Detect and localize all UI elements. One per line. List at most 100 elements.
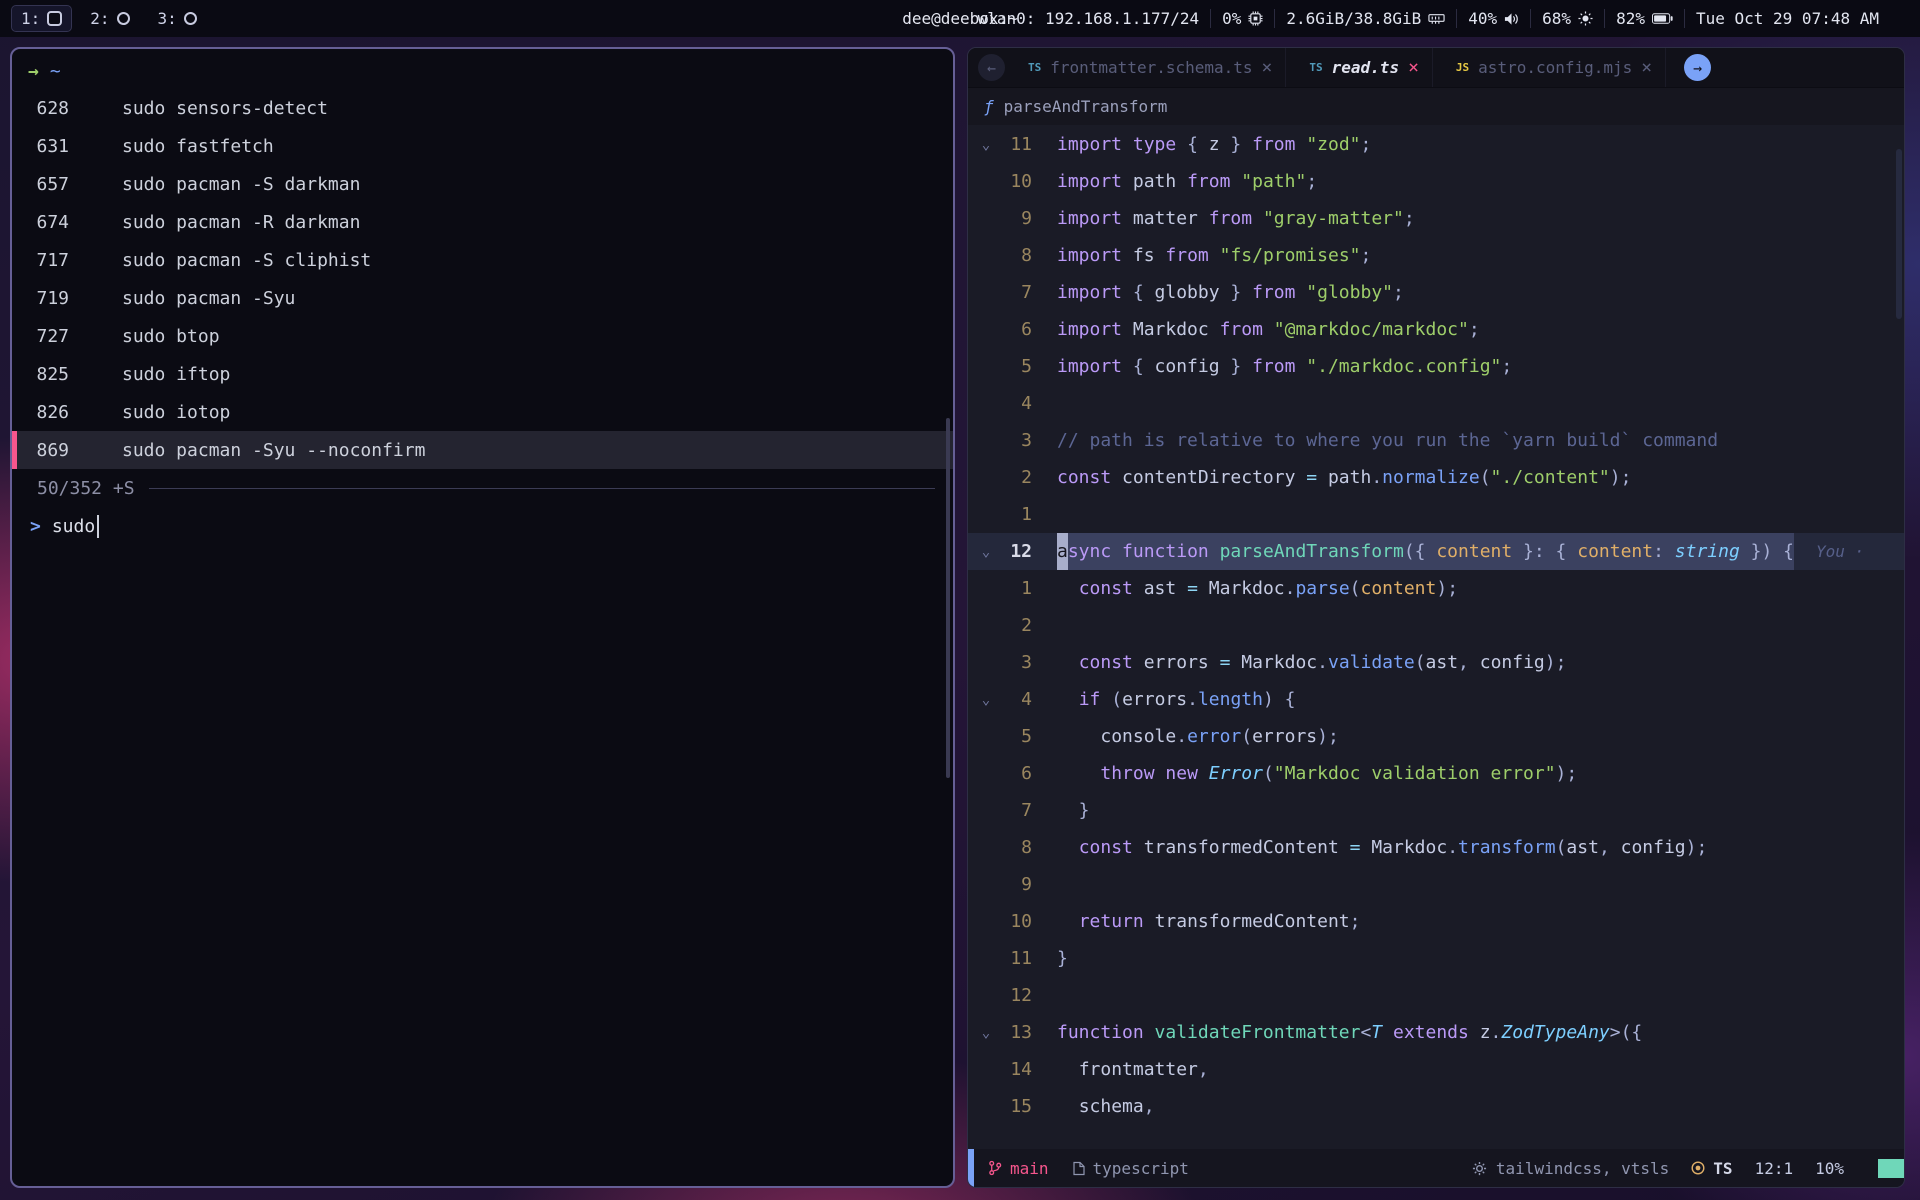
git-branch-icon	[988, 1160, 1002, 1176]
terminal-window[interactable]: → ~ 628sudo sensors-detect631sudo fastfe…	[10, 47, 955, 1188]
code-editor-area[interactable]: ⌄11import type { z } from "zod"; 10 import…	[968, 125, 1904, 1149]
line-number: 11	[996, 134, 1032, 155]
circle-app-icon	[117, 12, 130, 25]
tab-read-ts[interactable]: TS read.ts ×	[1296, 48, 1433, 87]
volume-text: 40%	[1468, 9, 1497, 28]
code-line[interactable]: 7 }	[968, 792, 1904, 829]
code-line[interactable]: 1	[968, 496, 1904, 533]
breadcrumb-function-name[interactable]: parseAndTransform	[1004, 97, 1168, 116]
line-number: 5	[996, 356, 1032, 377]
git-branch-indicator[interactable]: main	[988, 1159, 1049, 1178]
history-item[interactable]: 825sudo iftop	[12, 355, 953, 393]
close-icon[interactable]: ×	[1408, 57, 1419, 78]
fzf-query-input[interactable]: sudo	[52, 516, 95, 537]
fold-chevron-icon[interactable]: ⌄	[976, 137, 996, 153]
history-item[interactable]: 719sudo pacman -Syu	[12, 279, 953, 317]
fzf-match-counter-row: 50/352 +S	[12, 469, 953, 507]
history-item[interactable]: 826sudo iotop	[12, 393, 953, 431]
code-line[interactable]: ⌄11import type { z } from "zod";	[968, 126, 1904, 163]
statusbar-end-accent	[1878, 1159, 1904, 1178]
code-line[interactable]: 9import matter from "gray-matter";	[968, 200, 1904, 237]
history-item[interactable]: 674sudo pacman -R darkman	[12, 203, 953, 241]
cpu-module[interactable]: 0%	[1210, 9, 1274, 28]
editor-scrollbar[interactable]	[1896, 149, 1902, 319]
close-icon[interactable]: ×	[1262, 57, 1273, 78]
code-line[interactable]: 12	[968, 977, 1904, 1014]
line-number: 5	[996, 726, 1032, 747]
code-line[interactable]: 8import fs from "fs/promises";	[968, 237, 1904, 274]
text-cursor	[97, 515, 99, 538]
language-badge-text: TS	[1713, 1159, 1732, 1178]
fold-chevron-icon[interactable]: ⌄	[976, 1025, 996, 1041]
workspace-3-button[interactable]: 3:	[149, 6, 206, 31]
code-line[interactable]: 7import { globby } from "globby";	[968, 274, 1904, 311]
code-line[interactable]: ⌄4 if (errors.length) {	[968, 681, 1904, 718]
code-line[interactable]: 5import { config } from "./markdoc.confi…	[968, 348, 1904, 385]
memory-module[interactable]: 2.6GiB/38.8GiB	[1274, 9, 1456, 28]
history-line-number: 631	[25, 136, 69, 157]
statusbar-right-group: tailwindcss, vtsls TS 12:1 10%	[1472, 1159, 1904, 1178]
tab-frontmatter-schema-ts[interactable]: TS frontmatter.schema.ts ×	[1015, 48, 1286, 87]
code-line[interactable]: 10 return transformedContent;	[968, 903, 1904, 940]
line-number: 1	[996, 504, 1032, 525]
code-text: const errors = Markdoc.validate(ast, con…	[1057, 644, 1566, 681]
code-text: import path from "path";	[1057, 163, 1317, 200]
arrow-left-icon: ←	[987, 59, 996, 77]
code-line[interactable]: 15 schema,	[968, 1088, 1904, 1125]
code-line[interactable]: 3// path is relative to where you run th…	[968, 422, 1904, 459]
code-line[interactable]: 8 const transformedContent = Markdoc.tra…	[968, 829, 1904, 866]
code-line[interactable]: ⌄13function validateFrontmatter<T extend…	[968, 1014, 1904, 1051]
close-icon[interactable]: ×	[1641, 57, 1652, 78]
battery-icon	[1652, 13, 1673, 24]
history-line-number: 657	[25, 174, 69, 195]
workspace-label: 1:	[21, 9, 40, 28]
top-status-bar: 1: 2: 3: dee@deebox:~ wlan0: 192.168.1.1…	[0, 0, 1920, 37]
lsp-clients-text: tailwindcss, vtsls	[1496, 1159, 1669, 1178]
code-line[interactable]: 6 throw new Error("Markdoc validation er…	[968, 755, 1904, 792]
history-item[interactable]: 628sudo sensors-detect	[12, 89, 953, 127]
nav-back-button[interactable]: ←	[978, 54, 1005, 81]
code-line[interactable]: 14 frontmatter,	[968, 1051, 1904, 1088]
history-item[interactable]: 727sudo btop	[12, 317, 953, 355]
history-line-number: 628	[25, 98, 69, 119]
code-line[interactable]: 3 const errors = Markdoc.validate(ast, c…	[968, 644, 1904, 681]
line-number: 10	[996, 171, 1032, 192]
history-item[interactable]: 631sudo fastfetch	[12, 127, 953, 165]
clock-module[interactable]: Tue Oct 29 07:48 AM	[1684, 9, 1890, 28]
code-line[interactable]: 4	[968, 385, 1904, 422]
fold-chevron-icon[interactable]: ⌄	[976, 544, 996, 560]
code-line[interactable]: ⌄12async function parseAndTransform({ co…	[968, 533, 1904, 570]
code-line[interactable]: 1 const ast = Markdoc.parse(content);	[968, 570, 1904, 607]
line-number: 9	[996, 208, 1032, 229]
code-line[interactable]: 2const contentDirectory = path.normalize…	[968, 459, 1904, 496]
code-line[interactable]: 2	[968, 607, 1904, 644]
code-line[interactable]: 11}	[968, 940, 1904, 977]
workspace-2-button[interactable]: 2:	[81, 6, 138, 31]
scroll-percent: 10%	[1815, 1159, 1844, 1178]
volume-module[interactable]: 40%	[1456, 9, 1530, 28]
fzf-query-row[interactable]: > sudo	[12, 507, 953, 545]
code-line[interactable]: 10 import path from "path";	[968, 163, 1904, 200]
code-line[interactable]: 6import Markdoc from "@markdoc/markdoc";	[968, 311, 1904, 348]
brightness-module[interactable]: 68%	[1530, 9, 1604, 28]
code-text: console.error(errors);	[1057, 718, 1339, 755]
nav-forward-button[interactable]: →	[1684, 54, 1711, 81]
fold-chevron-icon[interactable]: ⌄	[976, 692, 996, 708]
terminal-scrollbar[interactable]	[946, 418, 950, 778]
filetype-name: typescript	[1093, 1159, 1189, 1178]
battery-module[interactable]: 82%	[1604, 9, 1684, 28]
circle-app-icon	[184, 12, 197, 25]
workspace-1-button[interactable]: 1:	[12, 6, 71, 31]
tab-astro-config-mjs[interactable]: JS astro.config.mjs ×	[1443, 48, 1666, 87]
history-item[interactable]: 869sudo pacman -Syu --noconfirm	[12, 431, 953, 469]
code-line[interactable]: 9	[968, 866, 1904, 903]
code-line[interactable]: 5 console.error(errors);	[968, 718, 1904, 755]
editor-window[interactable]: ← TS frontmatter.schema.ts × TS read.ts …	[967, 47, 1905, 1188]
shell-prompt: → ~	[12, 57, 953, 85]
history-command: sudo iftop	[122, 364, 230, 385]
line-number: 7	[996, 800, 1032, 821]
typescript-file-icon	[1073, 1161, 1085, 1176]
history-item[interactable]: 657sudo pacman -S darkman	[12, 165, 953, 203]
code-text: throw new Error("Markdoc validation erro…	[1057, 755, 1577, 792]
history-item[interactable]: 717sudo pacman -S cliphist	[12, 241, 953, 279]
